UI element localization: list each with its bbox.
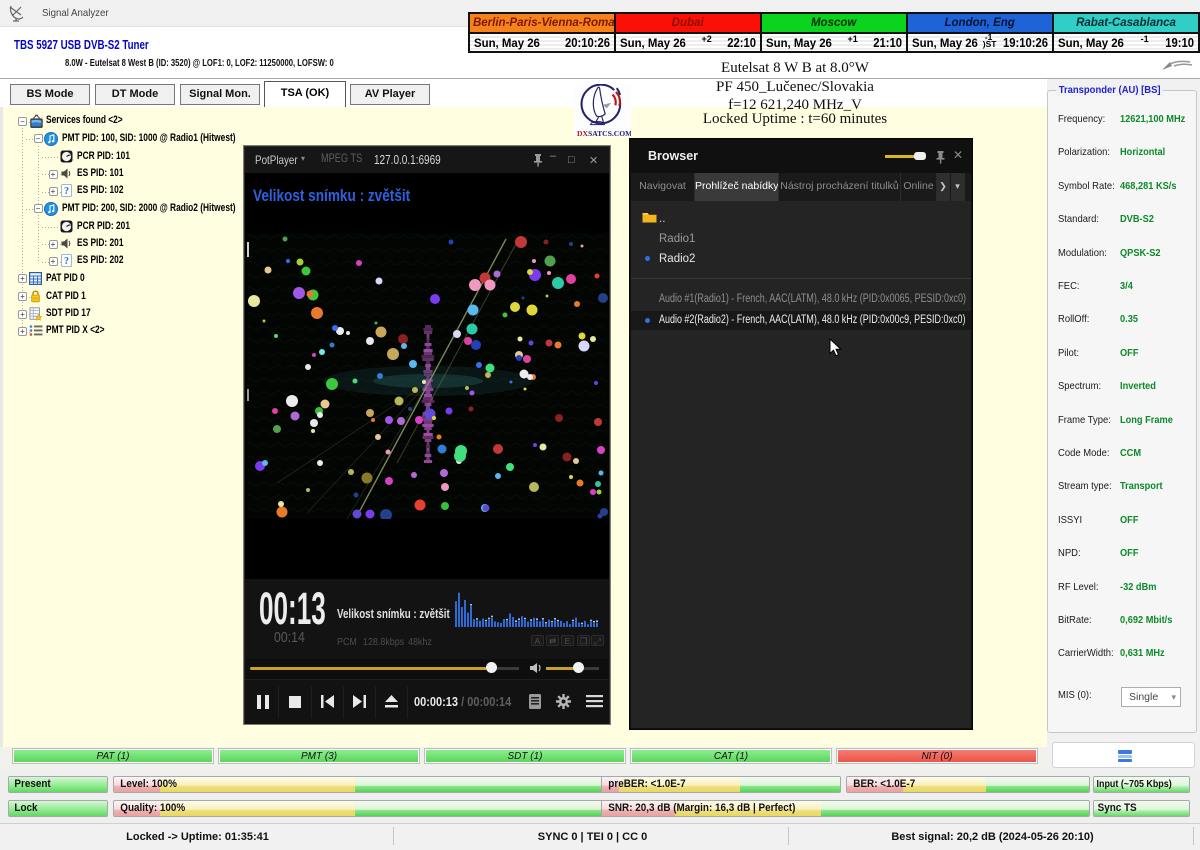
svg-text:DXSATCS.COM: DXSATCS.COM	[577, 129, 631, 137]
svg-text:?: ?	[64, 256, 69, 267]
svg-text:?: ?	[64, 186, 69, 197]
